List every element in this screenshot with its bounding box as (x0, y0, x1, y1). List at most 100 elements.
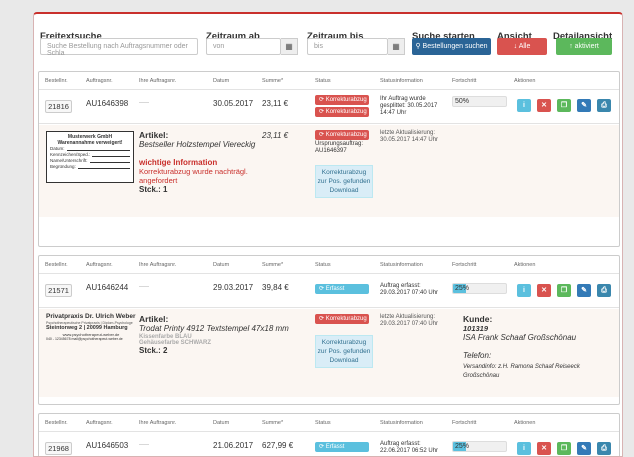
stamp-preview: Musterwerk GmbH Warenannahme verweigert!… (46, 131, 134, 183)
col-header: Summe* (262, 420, 284, 426)
telefon: Telefon: (463, 351, 492, 360)
refresh-icon: ⟳ (319, 286, 326, 292)
detail-button[interactable]: ↑ aktiviert (556, 38, 612, 55)
order-number-button[interactable]: 21816 (45, 100, 72, 113)
ihre-auftragsnr: ----- (139, 100, 149, 106)
col-header: Statusinformation (380, 262, 423, 268)
progress-label: 25% (455, 443, 470, 450)
article-info: Artikel: Bestseller Holzstempel Vierecki… (139, 130, 257, 194)
col-header: Aktionen (514, 262, 536, 268)
info-icon[interactable]: i (517, 99, 531, 112)
copy-icon[interactable]: ❐ (557, 284, 571, 297)
info-icon[interactable]: i (517, 284, 531, 297)
col-header: Status (315, 262, 331, 268)
kunde-label: Kunde: (463, 314, 493, 324)
freitext-search-input[interactable]: Suche Bestellung nach Auftragsnummer ode… (40, 38, 198, 57)
status-badge: ⟳ Korrekturabzug (315, 130, 369, 140)
col-header: Status (315, 78, 331, 84)
download-link[interactable]: Korrekturabzug zur Pos. gefunden Downloa… (315, 165, 373, 198)
info-icon[interactable]: i (517, 442, 531, 455)
order-block: Bestellnr. Auftragsnr. Ihre Auftragsnr. … (38, 71, 620, 247)
auftragsnr: AU1646398 (86, 99, 129, 108)
status-badge: ⟳ Erfasst (315, 284, 369, 294)
action-buttons: i ✕ ❐ ✎ ⎙ (517, 99, 617, 113)
col-header: Summe* (262, 78, 284, 84)
status-badge: ⟳ Korrekturabzug (315, 107, 369, 117)
col-header: Auftragsnr. (86, 262, 113, 268)
ihre-auftragsnr: ----- (139, 442, 149, 448)
ansicht-button-label: Alle (518, 43, 531, 50)
status-info: Auftrag erfasst: 29.03.2017 07:40 Uhr (380, 283, 439, 296)
ursprung: Ursprungsauftrag: AU1646397 (315, 141, 364, 154)
datum: 30.05.2017 (213, 99, 254, 108)
refresh-icon: ⟳ (319, 132, 326, 138)
calendar-icon[interactable]: ▦ (388, 38, 405, 55)
progress-bar: 50% (452, 96, 507, 107)
datum: 21.06.2017 (213, 441, 254, 450)
action-buttons: i ✕ ❐ ✎ ⎙ (517, 442, 617, 456)
col-header: Ihre Auftragsnr. (139, 262, 177, 268)
summe: 39,84 € (262, 283, 289, 292)
col-header: Datum (213, 420, 230, 426)
table-header: Bestellnr. Auftragsnr. Ihre Auftragsnr. … (39, 256, 619, 274)
filter-bar: Freitextsuche Suche Bestellung nach Auft… (34, 14, 622, 74)
progress-label: 25% (455, 285, 470, 292)
summe: 23,11 € (262, 99, 289, 108)
col-header: Ihre Auftragsnr. (139, 78, 177, 84)
refresh-icon: ⟳ (319, 444, 326, 450)
zeitraum-bis-input[interactable]: bis (307, 38, 388, 55)
versandinfo: Versandinfo: z.H. Ramona Schaaf Reiseeck… (463, 364, 580, 379)
refresh-icon: ⟳ (319, 316, 326, 322)
cancel-icon[interactable]: ✕ (537, 99, 551, 112)
article-label: Artikel: (139, 130, 169, 140)
status-badge: ⟳ Korrekturabzug (315, 314, 369, 324)
search-button-label: Bestellungen suchen (422, 43, 488, 50)
col-header: Ihre Auftragsnr. (139, 420, 177, 426)
kunde-number: 101319 (463, 324, 489, 333)
ihre-auftragsnr: ----- (139, 284, 149, 290)
order-number-button[interactable]: 21968 (45, 442, 72, 455)
detail-button-label: aktiviert (574, 43, 599, 50)
col-header: Bestellnr. (45, 78, 68, 84)
edit-icon[interactable]: ✎ (577, 442, 591, 455)
copy-icon[interactable]: ❐ (557, 99, 571, 112)
refresh-icon: ⟳ (319, 97, 326, 103)
download-link[interactable]: Korrekturabzug zur Pos. gefunden Downloa… (315, 335, 373, 368)
quantity: Stck.: 2 (139, 346, 168, 355)
progress-bar: 25% (452, 283, 507, 294)
status-badge: ⟳ Erfasst (315, 442, 369, 452)
article-info: Artikel: Trodat Printy 4912 Textstempel … (139, 314, 307, 355)
order-block: Bestellnr. Auftragsnr. Ihre Auftragsnr. … (38, 413, 620, 456)
kunde-name: ISA Frank Schaaf Großschönau (463, 333, 577, 342)
col-header: Datum (213, 78, 230, 84)
ansicht-button[interactable]: ↓ Alle (497, 38, 547, 55)
cancel-icon[interactable]: ✕ (537, 442, 551, 455)
progress-label: 50% (455, 98, 470, 105)
edit-icon[interactable]: ✎ (577, 99, 591, 112)
print-icon[interactable]: ⎙ (597, 442, 611, 455)
print-icon[interactable]: ⎙ (597, 99, 611, 112)
copy-icon[interactable]: ❐ (557, 442, 571, 455)
table-row: 21571 AU1646244 ----- 29.03.2017 39,84 €… (39, 274, 619, 308)
last-update: letzte Aktualisierung: 29.03.2017 07:40 … (380, 314, 439, 327)
order-number-button[interactable]: 21571 (45, 284, 72, 297)
logo-preview: Privatpraxis Dr. Ulrich Weber Psychother… (46, 313, 136, 341)
calendar-icon[interactable]: ▦ (281, 38, 298, 55)
order-detail: Musterwerk GmbH Warenannahme verweigert!… (39, 125, 619, 217)
cancel-icon[interactable]: ✕ (537, 284, 551, 297)
col-header: Fortschritt (452, 78, 477, 84)
order-detail: Privatpraxis Dr. Ulrich Weber Psychother… (39, 309, 619, 397)
col-header: Bestellnr. (45, 262, 68, 268)
print-icon[interactable]: ⎙ (597, 284, 611, 297)
customer-info: Kunde: 101319 ISA Frank Schaaf Großschön… (463, 314, 613, 381)
col-header: Statusinformation (380, 78, 423, 84)
edit-icon[interactable]: ✎ (577, 284, 591, 297)
summe: 627,99 € (262, 441, 294, 450)
search-button[interactable]: ⚲ Bestellungen suchen (412, 38, 491, 55)
col-header: Aktionen (514, 420, 536, 426)
datum: 29.03.2017 (213, 283, 254, 292)
table-row: 21816 AU1646398 ----- 30.05.2017 23,11 €… (39, 90, 619, 124)
auftragsnr: AU1646503 (86, 441, 129, 450)
refresh-icon: ⟳ (319, 109, 326, 115)
zeitraum-ab-input[interactable]: von (206, 38, 281, 55)
